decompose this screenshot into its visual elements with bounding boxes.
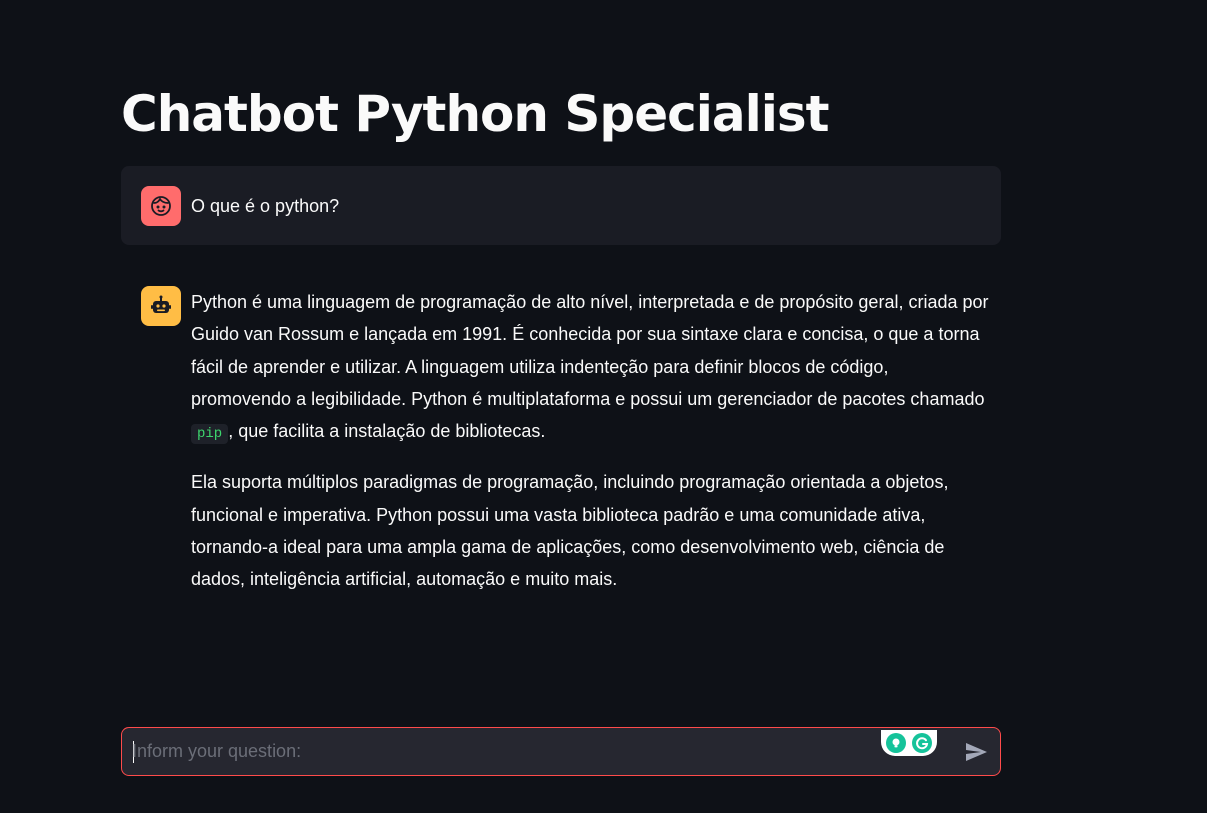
assistant-paragraph-1-text-b: , que facilita a instalação de bibliotec…	[228, 421, 546, 442]
send-button[interactable]	[962, 738, 990, 766]
page-title: Chatbot Python Specialist	[121, 85, 830, 143]
grammarly-lightbulb-icon[interactable]	[886, 733, 906, 753]
app-page: Chatbot Python Specialist O que é o pyth…	[0, 0, 1207, 813]
inline-code-pip: pip	[191, 424, 229, 445]
assistant-message-text: Python é uma linguagem de programação de…	[191, 286, 991, 612]
user-face-icon	[141, 186, 181, 226]
grammarly-g-icon[interactable]	[912, 733, 932, 753]
question-input[interactable]	[132, 728, 872, 775]
assistant-paragraph-2: Ela suporta múltiplos paradigmas de prog…	[191, 472, 949, 590]
grammarly-widget[interactable]	[881, 730, 937, 756]
send-icon	[966, 743, 987, 761]
chat-input-box[interactable]	[121, 727, 1001, 776]
robot-icon	[141, 286, 181, 326]
assistant-paragraph-1: Python é uma linguagem de programação de…	[191, 286, 991, 450]
assistant-paragraph-1-text-a: Python é uma linguagem de programação de…	[191, 292, 989, 409]
user-message-text: O que é o python?	[191, 196, 340, 216]
chat-message-user: O que é o python?	[121, 166, 1001, 245]
